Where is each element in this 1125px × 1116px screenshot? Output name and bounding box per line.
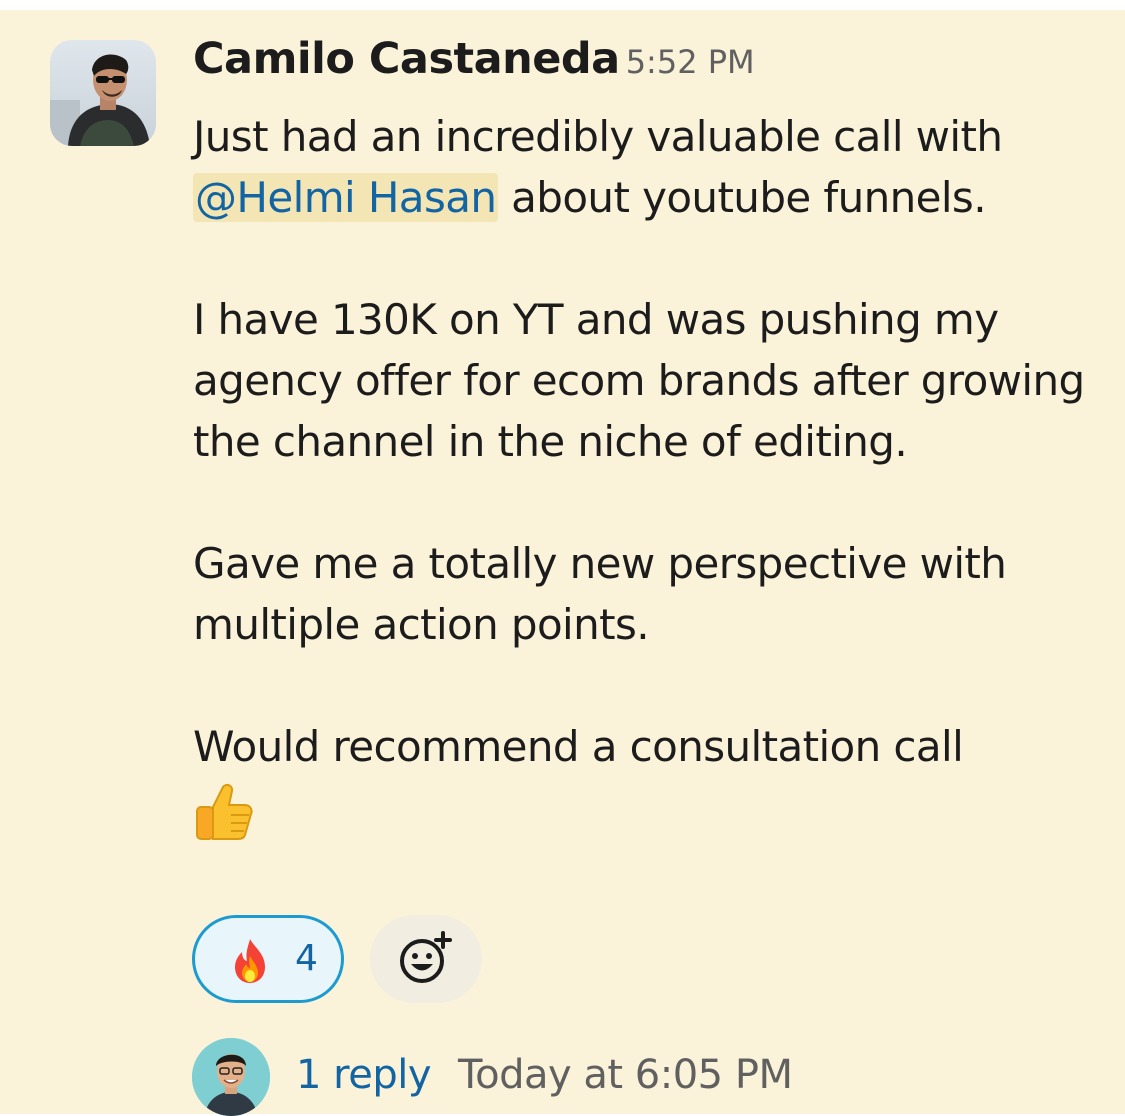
message-paragraph-2: I have 130K on YT and was pushing my age… — [193, 295, 1085, 466]
message-header: Camilo Castaneda 5:52 PM — [193, 34, 755, 84]
message-paragraph-4-text: Would recommend a consultation call — [193, 722, 964, 771]
avatar-photo — [50, 40, 156, 146]
message-line-2: about youtube funnels. — [498, 173, 986, 222]
fire-icon — [225, 936, 275, 990]
sender-avatar[interactable] — [50, 40, 156, 146]
sender-name[interactable]: Camilo Castaneda — [193, 34, 620, 84]
message-paragraph-4: Would recommend a consultation call — [193, 716, 1098, 859]
reply-count-link[interactable]: 1 reply — [296, 1052, 432, 1098]
message-paragraph-1: Just had an incredibly valuable call wit… — [193, 106, 1098, 228]
reaction-count: 4 — [295, 938, 318, 979]
message-paragraph-3: Gave me a totally new perspective with m… — [193, 539, 1007, 649]
add-reaction-icon — [400, 931, 452, 983]
reply-avatar — [192, 1038, 270, 1116]
reaction-fire[interactable]: 4 — [192, 915, 344, 1003]
message-timestamp[interactable]: 5:52 PM — [626, 43, 755, 81]
message-line-1: Just had an incredibly valuable call wit… — [193, 112, 1003, 161]
message-body: Just had an incredibly valuable call wit… — [193, 106, 1098, 859]
thumbs-up-icon — [193, 781, 255, 859]
message-container: Camilo Castaneda 5:52 PM Just had an incr… — [0, 10, 1125, 1116]
user-mention[interactable]: @Helmi Hasan — [193, 173, 499, 222]
last-reply-time: Today at 6:05 PM — [458, 1052, 793, 1098]
add-reaction-button[interactable] — [370, 915, 482, 1003]
